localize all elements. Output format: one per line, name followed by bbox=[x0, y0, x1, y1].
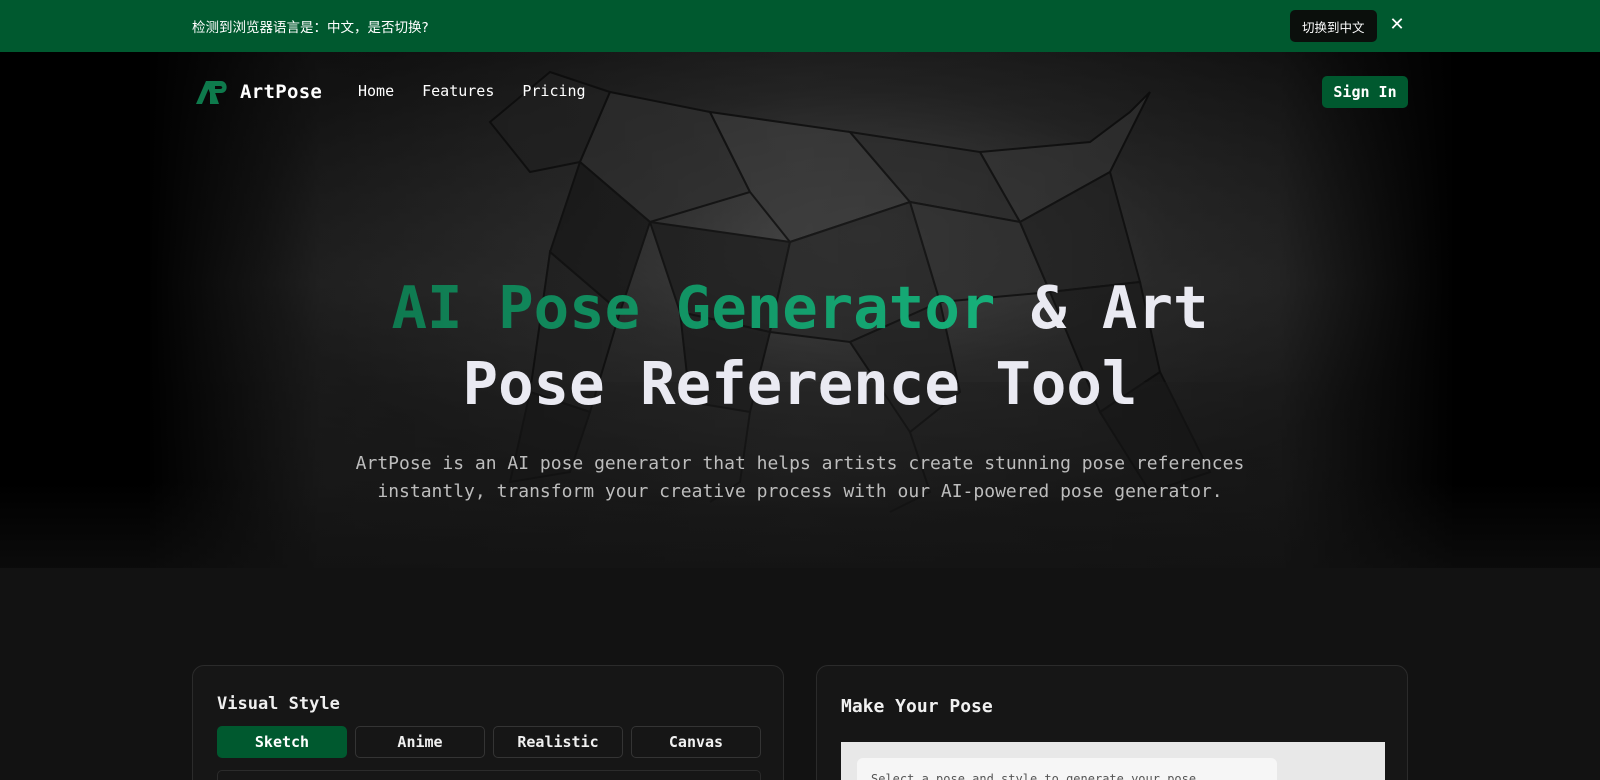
pose-hint-text: Select a pose and style to generate your… bbox=[871, 772, 1197, 780]
hero-subtitle: ArtPose is an AI pose generator that hel… bbox=[0, 450, 1600, 506]
brand-logo[interactable]: ArtPose bbox=[194, 78, 322, 106]
hero-title-line1-rest: & Art bbox=[995, 273, 1209, 342]
close-icon[interactable]: ✕ bbox=[1386, 14, 1408, 36]
language-banner-message: 检测到浏览器语言是：中文，是否切换? bbox=[192, 20, 429, 36]
main-nav: Home Features Pricing bbox=[358, 82, 586, 100]
style-options: Sketch Anime Realistic Canvas bbox=[217, 726, 761, 758]
pose-hint-card: Select a pose and style to generate your… bbox=[857, 758, 1277, 780]
style-option-sketch[interactable]: Sketch bbox=[217, 726, 347, 758]
hero-title: AI Pose Generator & Art Pose Reference T… bbox=[0, 270, 1600, 422]
hero-subtitle-line1: ArtPose is an AI pose generator that hel… bbox=[355, 453, 1245, 474]
visual-style-panel: Visual Style Sketch Anime Realistic Canv… bbox=[192, 665, 784, 780]
style-option-canvas[interactable]: Canvas bbox=[631, 726, 761, 758]
nav-link-home[interactable]: Home bbox=[358, 82, 394, 100]
nav-link-pricing[interactable]: Pricing bbox=[522, 82, 585, 100]
hero-title-accent: AI Pose Generator bbox=[391, 273, 996, 342]
artpose-logo-icon bbox=[196, 81, 227, 104]
hero-title-line2: Pose Reference Tool bbox=[462, 349, 1138, 418]
nav-link-features[interactable]: Features bbox=[422, 82, 494, 100]
pose-canvas[interactable]: Select a pose and style to generate your… bbox=[841, 742, 1385, 780]
make-pose-title: Make Your Pose bbox=[841, 696, 993, 717]
visual-style-title: Visual Style bbox=[217, 694, 340, 714]
style-option-realistic[interactable]: Realistic bbox=[493, 726, 623, 758]
hero-subtitle-line2: instantly, transform your creative proce… bbox=[377, 481, 1223, 502]
make-pose-panel: Make Your Pose Select a pose and style t… bbox=[816, 665, 1408, 780]
style-preview-box bbox=[217, 770, 761, 780]
switch-language-button[interactable]: 切换到中文 bbox=[1290, 10, 1377, 42]
language-banner: 检测到浏览器语言是：中文，是否切换? 切换到中文 ✕ bbox=[0, 0, 1600, 52]
style-option-anime[interactable]: Anime bbox=[355, 726, 485, 758]
sign-in-button[interactable]: Sign In bbox=[1322, 76, 1408, 108]
brand-name: ArtPose bbox=[240, 81, 323, 103]
